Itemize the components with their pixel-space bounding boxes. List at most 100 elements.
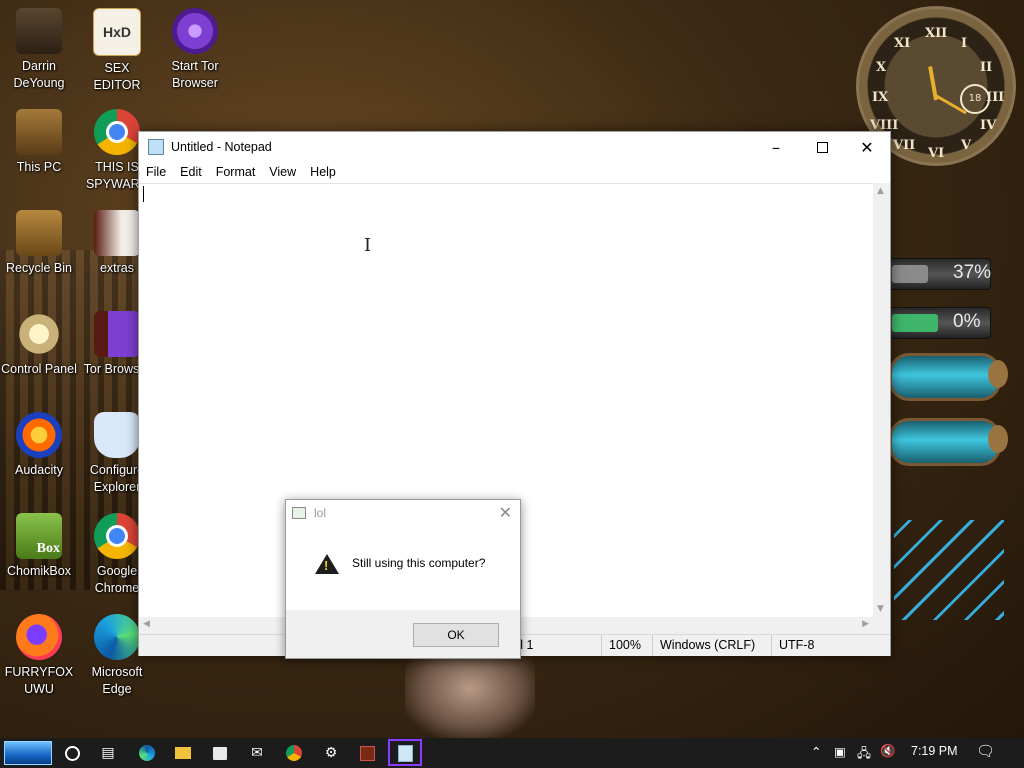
dialog-body: Still using this computer? [286,525,520,609]
cpu-gauge-fill [892,265,928,283]
taskbar-edge[interactable] [137,743,157,763]
text-caret [143,186,144,202]
hamster-icon: Box [16,513,62,559]
desktop-icon-label: FURRYFOX UWU [4,665,74,696]
desktop-icon-label: Recycle Bin [6,261,72,275]
warning-icon [315,554,339,574]
desktop-icon-control-panel[interactable]: Control Panel [0,311,78,378]
task-view-button[interactable]: ▤ [98,743,118,763]
meet-now-icon[interactable]: ▣ [834,744,846,759]
lightbulb-icon [16,311,62,357]
desktop-icon-label: Darrin DeYoung [13,59,65,90]
taskbar-notepad[interactable] [395,743,415,763]
ibeam-cursor-icon: I [364,235,372,256]
desktop-icon-label: Audacity [15,463,63,477]
menu-edit[interactable]: Edit [180,165,202,179]
dialog-app-icon [292,506,306,519]
clock-numeral: V [961,138,972,153]
taskbar-mail[interactable]: ✉ [247,743,267,763]
tube-gauge [889,418,1008,466]
taskbar: ▤ ✉ ⚙ ⌃ ▣ 🖧 🔇 7:19 PM 🗨 [0,738,1024,768]
audacity-icon [16,412,62,458]
desktop-icon-chomikbox[interactable]: Box ChomikBox [0,513,78,580]
desktop-icon-label: Start Tor Browser [171,59,219,90]
tube-gauge [889,353,1008,401]
clock-numeral: II [980,60,993,75]
ram-gauge-fill [892,314,938,332]
dialog-message: Still using this computer? [352,556,486,570]
desktop-icon-darrin-deyoung[interactable]: Darrin DeYoung [0,8,78,92]
clock-numeral: VI [928,146,945,161]
computer-icon [16,109,62,155]
tor-onion-icon [172,8,218,54]
scroll-up-icon[interactable]: ▲ [877,186,884,196]
wallpaper-hand [405,656,535,738]
chrome-icon [94,109,140,155]
clock-numeral: XI [894,36,911,51]
menu-format[interactable]: Format [216,165,256,179]
menu-file[interactable]: File [146,165,166,179]
hxd-icon: HxD [93,8,141,56]
taskbar-settings[interactable]: ⚙ [321,743,341,763]
desktop-icon-audacity[interactable]: Audacity [0,412,78,479]
taskbar-file-explorer[interactable] [173,743,193,763]
desktop-icon-furryfox-uwu[interactable]: FURRYFOX UWU [0,614,78,698]
dialog-titlebar[interactable]: lol ✕ [286,500,520,525]
show-hidden-icons-chevron-icon[interactable]: ⌃ [811,744,821,759]
scroll-down-icon[interactable]: ▼ [877,604,884,614]
desktop-icon-label: ChomikBox [7,564,71,578]
neon-tubes-decoration [894,520,1004,620]
vertical-scrollbar[interactable]: ▲ ▼ [873,183,890,617]
figurine-icon [16,8,62,54]
gear-icon: ⚙ [324,745,338,761]
recycle-bin-icon [16,210,62,256]
minimize-icon: – [772,137,780,157]
clock-subdial: 18 [960,84,990,114]
window-title: Untitled - Notepad [171,140,272,154]
taskbar-app[interactable] [357,743,377,763]
desktop-icon-label: SEX EDITOR [93,61,141,92]
notepad-icon [148,139,164,155]
scroll-right-icon[interactable]: ▶ [862,619,869,629]
desktop-icon-recycle-bin[interactable]: Recycle Bin [0,210,78,277]
search-button[interactable] [62,743,82,763]
volume-muted-icon[interactable]: 🔇 [880,744,896,759]
notification-center-icon[interactable]: 🗨 [976,742,995,760]
close-button[interactable]: ✕ [844,132,890,162]
desktop-icon-label: Microsoft Edge [91,665,143,696]
clock-numeral: X [876,60,887,75]
maximize-button[interactable] [799,132,845,162]
status-encoding: UTF-8 [771,635,889,656]
status-zoom: 100% [601,635,652,656]
clock-numeral: IX [872,90,889,105]
chrome-icon [94,513,140,559]
minimize-button[interactable]: – [753,132,799,162]
notepad-icon [397,744,413,762]
taskbar-chrome[interactable] [284,743,304,763]
desktop-icon-label: Control Panel [1,362,77,376]
chrome-icon [286,745,302,761]
ok-button[interactable]: OK [413,623,499,647]
close-icon: ✕ [860,137,874,157]
menu-help[interactable]: Help [310,165,336,179]
scroll-left-icon[interactable]: ◀ [143,619,150,629]
desktop-icon-this-pc[interactable]: This PC [0,109,78,176]
notepad-titlebar[interactable]: Untitled - Notepad – ✕ [139,132,890,162]
start-button[interactable] [4,741,52,765]
task-view-icon: ▤ [101,745,115,761]
status-line-endings: Windows (CRLF) [652,635,765,656]
network-icon[interactable]: 🖧 [857,744,871,765]
desktop-icon-sex-editor[interactable]: HxD SEX EDITOR [78,8,156,94]
desktop-icon-start-tor-browser[interactable]: Start Tor Browser [156,8,234,92]
message-dialog: lol ✕ Still using this computer? OK [285,499,521,659]
menu-view[interactable]: View [269,165,296,179]
cortana-circle-icon [64,745,80,761]
shield-icon [94,412,140,458]
cpu-percent-label: 37% [953,262,992,283]
dialog-close-icon[interactable]: ✕ [499,503,512,522]
maximize-icon [816,141,828,153]
mail-icon: ✉ [251,745,263,761]
taskbar-store[interactable] [210,743,230,763]
shortcut-file-icon [94,210,140,256]
taskbar-clock[interactable]: 7:19 PM [911,744,958,758]
